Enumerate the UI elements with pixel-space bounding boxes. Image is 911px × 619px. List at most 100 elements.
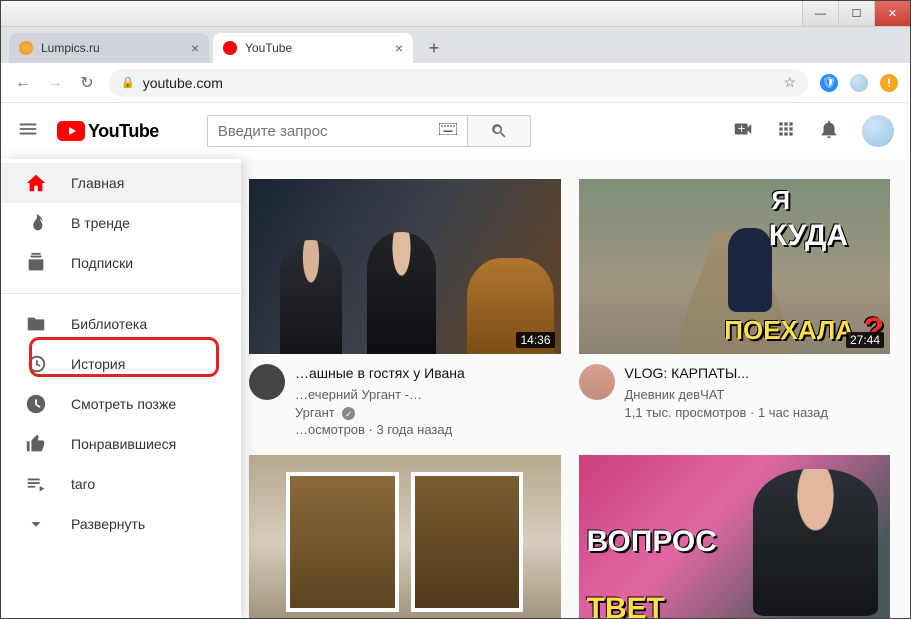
sidebar-item-label: Главная: [71, 175, 124, 191]
sidebar-item-liked[interactable]: Понравившиеся: [1, 424, 241, 464]
tab-title: YouTube: [245, 41, 292, 55]
back-button[interactable]: ←: [13, 73, 33, 93]
apps-grid-icon[interactable]: [776, 119, 796, 144]
sidebar-item-label: Подписки: [71, 255, 133, 271]
bookmark-star-icon[interactable]: ☆: [783, 74, 796, 91]
thumb-figure: [280, 240, 342, 354]
video-title: …ашные в гостях у Ивана: [295, 364, 465, 383]
verified-badge-icon: ✓: [342, 407, 355, 420]
favicon-lumpics: [19, 41, 33, 55]
tab-lumpics[interactable]: Lumpics.ru ×: [9, 33, 209, 63]
forward-button[interactable]: →: [45, 73, 65, 93]
thumb-text: ТВЕТ: [587, 592, 665, 618]
video-stats: …осмотров · 3 года назад: [295, 421, 465, 439]
thumb-text: ВОПРОС: [587, 525, 717, 559]
notifications-bell-icon[interactable]: [818, 118, 840, 145]
browser-toolbar: ← → ↻ 🔒 youtube.com ☆ 🛡 !: [1, 63, 910, 103]
video-stats: 1,1 тыс. просмотров · 1 час назад: [625, 404, 828, 422]
channel-name[interactable]: Дневник девЧАТ: [625, 386, 828, 404]
thumb-doorframe: [286, 472, 398, 612]
sidebar-item-playlist-taro[interactable]: taro: [1, 464, 241, 504]
sidebar-item-history[interactable]: История: [1, 344, 241, 384]
window-minimize-button[interactable]: —: [802, 1, 838, 26]
profile-avatar-icon[interactable]: [850, 74, 868, 92]
folder-icon: [25, 313, 47, 335]
tab-title: Lumpics.ru: [41, 41, 100, 55]
sidebar-item-label: Понравившиеся: [71, 436, 176, 452]
video-thumbnail[interactable]: ВОПРОС ТВЕТ: [579, 455, 891, 618]
video-thumbnail[interactable]: 14:36: [249, 179, 561, 354]
hamburger-menu-icon[interactable]: [17, 118, 39, 145]
thumb-figure: [728, 228, 772, 312]
search-form: [207, 115, 531, 147]
browser-tabstrip: Lumpics.ru × YouTube × +: [1, 27, 910, 63]
search-input[interactable]: [207, 115, 467, 147]
video-grid: 14:36 …ашные в гостях у Ивана …ечерний У…: [241, 159, 910, 618]
create-video-icon[interactable]: [732, 118, 754, 145]
thumb-up-icon: [25, 433, 47, 455]
youtube-logo-text: YouTube: [88, 121, 159, 142]
chevron-down-icon: [25, 513, 47, 535]
keyboard-icon[interactable]: [439, 122, 457, 140]
video-subtitle: …ечерний Ургант -…: [295, 386, 465, 404]
thumb-figure: [753, 469, 878, 616]
video-meta: …ашные в гостях у Ивана …ечерний Ургант …: [249, 354, 561, 439]
sidebar-item-expand[interactable]: Развернуть: [1, 504, 241, 544]
history-icon: [25, 353, 47, 375]
tab-youtube[interactable]: YouTube ×: [213, 33, 413, 63]
url-text: youtube.com: [143, 75, 223, 91]
video-duration: 14:36: [516, 332, 554, 348]
fire-icon: [25, 212, 47, 234]
subscriptions-icon: [25, 252, 47, 274]
search-button[interactable]: [467, 115, 531, 147]
window-titlebar: — ☐ ✕: [1, 1, 910, 27]
channel-avatar[interactable]: [579, 364, 615, 400]
playlist-icon: [25, 473, 47, 495]
home-icon: [25, 172, 47, 194]
tab-close-icon[interactable]: ×: [191, 40, 199, 56]
sidebar-item-label: В тренде: [71, 215, 130, 231]
sidebar-item-label: История: [71, 356, 125, 372]
sidebar-item-label: Развернуть: [71, 516, 145, 532]
youtube-logo[interactable]: YouTube: [57, 121, 159, 142]
window-close-button[interactable]: ✕: [874, 1, 910, 26]
address-bar[interactable]: 🔒 youtube.com ☆: [109, 69, 808, 97]
search-icon: [490, 122, 508, 140]
sidebar-item-subscriptions[interactable]: Подписки: [1, 243, 241, 283]
reload-button[interactable]: ↻: [77, 73, 97, 93]
sidebar-divider: [1, 293, 241, 294]
thumb-text: Я: [771, 185, 790, 216]
thumb-figure: [367, 232, 436, 355]
youtube-header: YouTube: [1, 103, 910, 159]
extension-shield-icon[interactable]: 🛡: [820, 74, 838, 92]
tab-close-icon[interactable]: ×: [395, 40, 403, 56]
clock-icon: [25, 393, 47, 415]
window-maximize-button[interactable]: ☐: [838, 1, 874, 26]
newtab-button[interactable]: +: [421, 35, 447, 61]
video-meta: VLOG: КАРПАТЫ... Дневник девЧАТ 1,1 тыс.…: [579, 354, 891, 421]
channel-name[interactable]: Ургант: [295, 405, 335, 420]
sidebar-item-library[interactable]: Библиотека: [1, 304, 241, 344]
sidebar-item-label: taro: [71, 476, 95, 492]
thumb-text: КУДА: [769, 219, 848, 253]
video-card[interactable]: ВОПРОС ТВЕТ: [579, 455, 891, 618]
browser-menu-icon[interactable]: !: [880, 74, 898, 92]
lock-icon: 🔒: [121, 76, 135, 89]
channel-avatar[interactable]: [249, 364, 285, 400]
sidebar: Главная В тренде Подписки Библиотека Ис: [1, 159, 241, 618]
user-avatar[interactable]: [862, 115, 894, 147]
video-card[interactable]: [249, 455, 561, 618]
video-duration: 27:44: [846, 332, 884, 348]
sidebar-item-trending[interactable]: В тренде: [1, 203, 241, 243]
video-thumbnail[interactable]: Я КУДА ПОЕХАЛА ? 27:44: [579, 179, 891, 354]
sidebar-item-label: Библиотека: [71, 316, 147, 332]
video-card[interactable]: 14:36 …ашные в гостях у Ивана …ечерний У…: [249, 179, 561, 439]
sidebar-item-watch-later[interactable]: Смотреть позже: [1, 384, 241, 424]
video-thumbnail[interactable]: [249, 455, 561, 618]
video-card[interactable]: Я КУДА ПОЕХАЛА ? 27:44 VLOG: КАРПАТЫ... …: [579, 179, 891, 439]
thumb-doorframe: [411, 472, 523, 612]
video-title: VLOG: КАРПАТЫ...: [625, 364, 828, 383]
sidebar-item-home[interactable]: Главная: [1, 163, 241, 203]
youtube-logo-icon: [57, 121, 85, 141]
sidebar-item-label: Смотреть позже: [71, 396, 176, 412]
